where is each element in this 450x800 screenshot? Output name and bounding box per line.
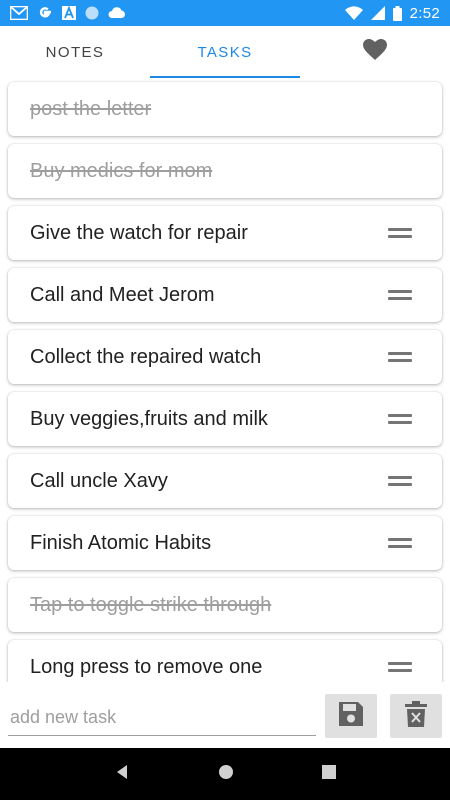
battery-icon (392, 5, 402, 21)
clock: 2:52 (409, 4, 440, 22)
task-text: Collect the repaired watch (30, 345, 262, 368)
task-list[interactable]: post the letter Buy medics for mom Give … (0, 78, 450, 682)
task-item[interactable]: Call and Meet Jerom (8, 268, 442, 322)
navigation-bar (0, 748, 450, 800)
status-bar: 2:52 (0, 0, 450, 26)
tab-notes[interactable]: NOTES (0, 26, 150, 78)
drag-handle-icon[interactable] (388, 414, 412, 424)
save-icon (337, 700, 365, 733)
task-item[interactable]: Collect the repaired watch (8, 330, 442, 384)
back-icon[interactable] (114, 764, 130, 785)
task-text: Buy veggies,fruits and milk (30, 407, 268, 430)
drag-handle-icon[interactable] (388, 538, 412, 548)
task-item[interactable]: Call uncle Xavy (8, 454, 442, 508)
task-item[interactable]: Buy medics for mom (8, 144, 442, 198)
task-text: Buy medics for mom (30, 159, 213, 182)
tab-favorites[interactable] (300, 26, 450, 78)
gmail-icon (10, 6, 28, 20)
task-item[interactable]: Tap to toggle strike through (8, 578, 442, 632)
task-text: Call and Meet Jerom (30, 283, 215, 306)
task-text: Long press to remove one (30, 655, 263, 678)
heart-icon (363, 39, 387, 65)
drag-handle-icon[interactable] (388, 228, 412, 238)
drag-handle-icon[interactable] (388, 476, 412, 486)
tab-tasks[interactable]: TASKS (150, 26, 300, 78)
cloud-icon (108, 7, 126, 19)
save-button[interactable] (325, 694, 377, 738)
home-icon[interactable] (218, 764, 234, 785)
google-icon (37, 5, 53, 21)
task-text: Give the watch for repair (30, 221, 248, 244)
circle-icon (85, 6, 99, 20)
drag-handle-icon[interactable] (388, 352, 412, 362)
task-item[interactable]: post the letter (8, 82, 442, 136)
task-text: post the letter (30, 97, 152, 120)
task-item[interactable]: Give the watch for repair (8, 206, 442, 260)
new-task-input[interactable] (8, 700, 316, 736)
tab-bar: NOTES TASKS (0, 26, 450, 78)
drag-handle-icon[interactable] (388, 662, 412, 672)
task-item[interactable]: Buy veggies,fruits and milk (8, 392, 442, 446)
signal-icon (370, 6, 385, 20)
font-icon (62, 6, 76, 20)
task-text: Tap to toggle strike through (30, 593, 272, 616)
drag-handle-icon[interactable] (388, 290, 412, 300)
delete-button[interactable] (390, 694, 442, 738)
wifi-icon (344, 6, 363, 20)
delete-icon (405, 700, 427, 733)
notification-icons (10, 5, 126, 21)
task-text: Call uncle Xavy (30, 469, 168, 492)
task-item[interactable]: Long press to remove one (8, 640, 442, 682)
recents-icon[interactable] (322, 764, 336, 784)
system-icons: 2:52 (344, 4, 440, 22)
task-item[interactable]: Finish Atomic Habits (8, 516, 442, 570)
task-text: Finish Atomic Habits (30, 531, 212, 554)
